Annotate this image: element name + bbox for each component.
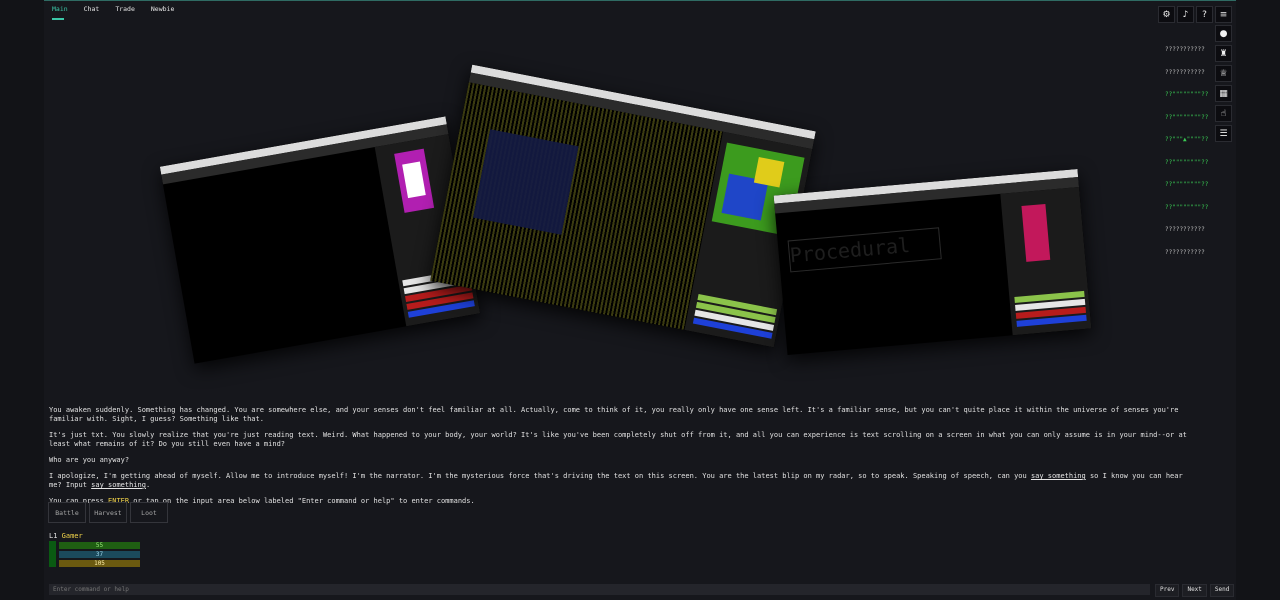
loot-button[interactable]: Loot — [130, 502, 168, 523]
player-title: L1 Gamer — [49, 532, 83, 540]
action-buttons: Battle Harvest Loot — [48, 502, 168, 523]
minimap-row: ??""""""""?? — [1165, 91, 1209, 98]
music-icon[interactable]: ♪ — [1177, 6, 1194, 23]
hand-icon[interactable]: ☝ — [1215, 105, 1232, 122]
minimap-row: ??""""""""?? — [1165, 181, 1209, 188]
story-log: You awaken suddenly. Something has chang… — [49, 406, 1189, 513]
right-margin — [1236, 0, 1280, 600]
game-screenshot-right: Procedural — [773, 169, 1092, 355]
equipment-icon[interactable]: ♜ — [1215, 45, 1232, 62]
story-paragraph: It's just txt. You slowly realize that y… — [49, 431, 1187, 448]
story-paragraph: You can press ENTER or tap on the input … — [49, 497, 1189, 506]
user-icon[interactable]: ● — [1215, 25, 1232, 42]
minimap-row: ??????????? — [1165, 248, 1205, 256]
help-icon[interactable]: ? — [1196, 6, 1213, 23]
tab-main[interactable]: Main — [46, 5, 78, 20]
list-icon[interactable]: ☰ — [1215, 125, 1232, 142]
say-something-link[interactable]: say something — [1031, 472, 1086, 480]
battle-button[interactable]: Battle — [48, 502, 86, 523]
xp-bar: 105 — [59, 560, 140, 567]
command-buttons: Prev Next Send — [1155, 584, 1235, 597]
menu-icon[interactable]: ≡ — [1215, 6, 1232, 23]
minimap-row: ??????????? — [1165, 68, 1205, 76]
story-paragraph: I apologize, I'm getting ahead of myself… — [49, 472, 1189, 490]
minimap: ??????????? ??????????? ??""""""""?? ??"… — [1165, 31, 1208, 264]
tab-chat[interactable]: Chat — [78, 5, 110, 17]
story-paragraph: You awaken suddenly. Something has chang… — [49, 406, 1179, 423]
mp-bar: 37 — [59, 551, 140, 558]
minimap-row: ??""""""""?? — [1165, 113, 1209, 121]
player-name: Gamer — [61, 532, 83, 540]
story-text: I apologize, I'm getting ahead of myself… — [49, 472, 1031, 480]
hp-bar: 55 — [59, 542, 140, 549]
minimap-row: ??""""""""?? — [1165, 158, 1209, 166]
story-text: . — [145, 481, 151, 489]
minimap-row: ??"""▲""""?? — [1165, 136, 1209, 143]
player-status: L1 Gamer 55 37 105 — [49, 532, 140, 567]
story-text: or tap on the input area below labeled "… — [129, 497, 475, 505]
next-button[interactable]: Next — [1182, 584, 1207, 597]
inventory-icon[interactable]: ▦ — [1215, 85, 1232, 102]
player-level: L1 — [49, 532, 58, 540]
left-margin — [0, 0, 44, 600]
tab-trade[interactable]: Trade — [109, 5, 145, 17]
minimap-row: ??????????? — [1165, 226, 1205, 233]
trophy-icon[interactable]: ♕ — [1215, 65, 1232, 82]
minimap-row: ??????????? — [1165, 46, 1205, 53]
tab-newbie[interactable]: Newbie — [145, 5, 184, 17]
stat-edge — [49, 541, 56, 567]
prev-button[interactable]: Prev — [1155, 584, 1180, 597]
story-paragraph: Who are you anyway? — [49, 456, 130, 464]
harvest-button[interactable]: Harvest — [89, 502, 127, 523]
side-toolbar: ● ♜ ♕ ▦ ☝ ☰ — [1215, 25, 1232, 142]
top-toolbar: ⚙ ♪ ? ≡ — [1158, 6, 1232, 23]
command-input[interactable] — [49, 584, 1150, 595]
tab-bar: Main Chat Trade Newbie — [46, 5, 184, 20]
screenshot-bars — [1014, 289, 1087, 327]
gear-icon[interactable]: ⚙ — [1158, 6, 1175, 23]
minimap-row: ??""""""""?? — [1165, 203, 1209, 211]
say-something-link[interactable]: say something — [91, 481, 146, 489]
send-button[interactable]: Send — [1209, 584, 1235, 597]
